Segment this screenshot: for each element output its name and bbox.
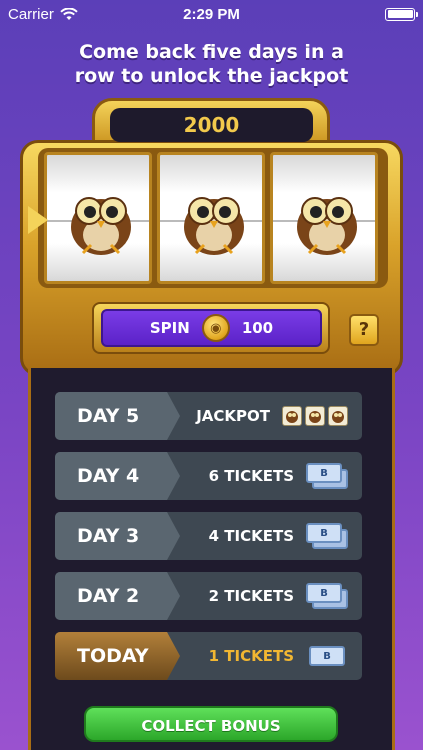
help-button[interactable]: ? xyxy=(349,314,379,346)
status-left: Carrier xyxy=(8,6,78,23)
day-row-2: DAY 2 2 TICKETS B B xyxy=(55,572,362,620)
headline-line-2: row to unlock the jackpot xyxy=(74,65,349,87)
owl-tiles-icon xyxy=(282,406,348,426)
spin-button[interactable]: SPIN ◉ 100 xyxy=(101,309,322,347)
reward-text: 6 TICKETS xyxy=(208,467,294,485)
day-row-today: TODAY 1 TICKETS B xyxy=(55,632,362,680)
reward-text: 1 TICKETS xyxy=(208,647,294,665)
ticket-icon: B xyxy=(306,643,348,669)
coin-icon: ◉ xyxy=(201,314,230,342)
day-label: DAY 5 xyxy=(55,392,180,440)
collect-bonus-button[interactable]: COLLECT BONUS xyxy=(84,706,338,742)
tickets-icon: B B xyxy=(306,583,348,609)
reel-1 xyxy=(44,152,152,284)
owl-icon xyxy=(71,197,131,255)
reel-3 xyxy=(270,152,378,284)
day-label: DAY 4 xyxy=(55,452,180,500)
spin-label: SPIN xyxy=(149,319,190,337)
carrier-label: Carrier xyxy=(8,5,54,23)
day-row-3: DAY 3 4 TICKETS B B xyxy=(55,512,362,560)
battery-icon xyxy=(385,7,418,21)
day-row-4: DAY 4 6 TICKETS B B xyxy=(55,452,362,500)
reel-2 xyxy=(157,152,265,284)
wifi-icon xyxy=(60,7,78,20)
day-label: DAY 3 xyxy=(55,512,180,560)
day-row-5: DAY 5 JACKPOT xyxy=(55,392,362,440)
reward-text: 4 TICKETS xyxy=(208,527,294,545)
day-label: DAY 2 xyxy=(55,572,180,620)
reward-text: JACKPOT xyxy=(196,407,270,425)
tickets-icon: B B xyxy=(306,523,348,549)
day-reward: 1 TICKETS B xyxy=(180,643,362,669)
owl-icon xyxy=(297,197,357,255)
jackpot-display: 2000 xyxy=(110,108,313,142)
headline: Come back five days in a row to unlock t… xyxy=(0,40,423,88)
status-bar: Carrier 2:29 PM xyxy=(0,0,423,28)
day-label: TODAY xyxy=(55,632,180,680)
spin-cost: 100 xyxy=(241,319,274,337)
day-reward: JACKPOT xyxy=(180,406,362,426)
owl-icon xyxy=(184,197,244,255)
reward-text: 2 TICKETS xyxy=(208,587,294,605)
day-reward: 4 TICKETS B B xyxy=(180,523,362,549)
reel-pointer-icon xyxy=(28,206,48,234)
headline-line-1: Come back five days in a xyxy=(79,41,344,63)
tickets-icon: B B xyxy=(306,463,348,489)
day-reward: 2 TICKETS B B xyxy=(180,583,362,609)
day-reward: 6 TICKETS B B xyxy=(180,463,362,489)
